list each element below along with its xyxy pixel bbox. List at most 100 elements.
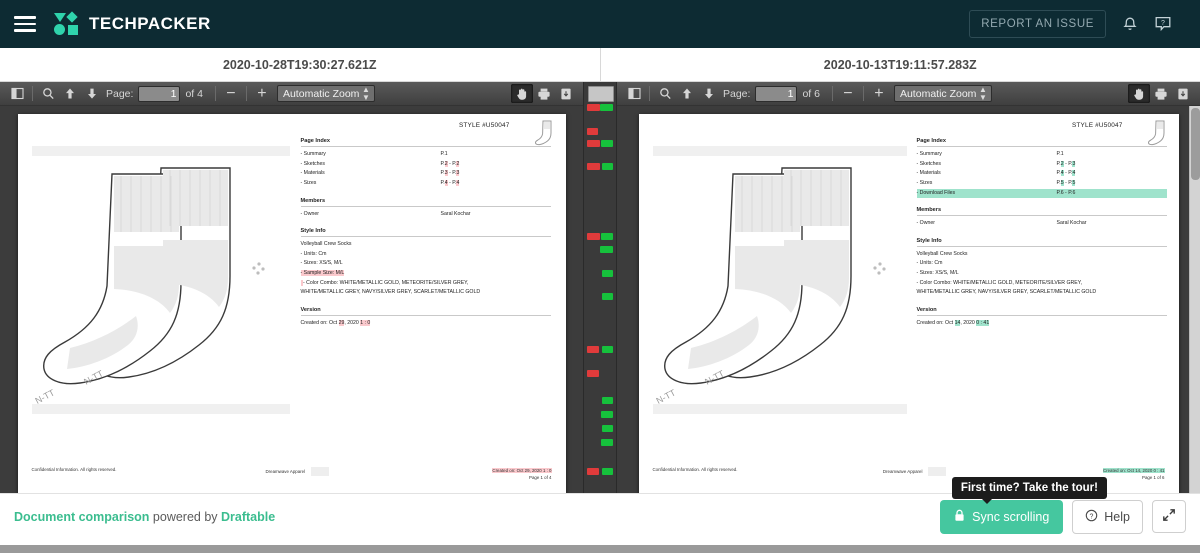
bell-icon[interactable] (1122, 16, 1138, 33)
right-footer-page: Page 1 of 6 (1142, 475, 1165, 481)
minimap-addition-mark[interactable] (602, 163, 613, 170)
nav-actions: REPORT AN ISSUE ? (969, 10, 1186, 38)
minimap-deletion-mark[interactable] (587, 128, 598, 135)
powered-by-label: Document comparison powered by Draftable (14, 510, 275, 524)
page-index-value: P.6 - P.6 (1056, 189, 1076, 196)
svg-text:?: ? (1161, 20, 1165, 27)
left-pdf-canvas-area[interactable]: N-TT N-TT STYLE #U50047 Page Index - Sum… (0, 106, 583, 493)
scrollbar-knob[interactable] (1191, 108, 1200, 180)
left-hand-tool-icon[interactable] (511, 84, 533, 103)
right-created-mid: , 2020 (960, 319, 977, 326)
right-style-info-block: Style Info Volleyball Crew Socks - Units… (916, 238, 1167, 298)
document-comparison-app: TECHPACKER REPORT AN ISSUE ? 2020-10-28T… (0, 0, 1200, 553)
left-page-total: of 4 (185, 87, 203, 100)
right-next-page-icon[interactable] (698, 84, 720, 103)
right-style-info-title: Style Info (916, 238, 1167, 247)
minimap-deletion-mark[interactable] (587, 346, 599, 353)
minimap-addition-mark[interactable] (602, 270, 613, 277)
minimap-addition-mark[interactable] (601, 140, 613, 147)
left-page-label: Page: (106, 87, 134, 100)
right-print-icon[interactable] (1150, 84, 1172, 103)
page-index-value: P.1 (1056, 151, 1064, 157)
right-document-content: Page Index - Summary P.1 - Sketches P.2 - P… (916, 138, 1167, 338)
right-zoom-level-select[interactable]: Automatic Zoom (893, 85, 992, 102)
left-sidebar-toggle-icon[interactable] (6, 84, 28, 103)
right-vertical-scrollbar[interactable] (1189, 106, 1200, 493)
minimap-addition-mark[interactable] (602, 346, 613, 353)
minimap-addition-mark[interactable] (601, 439, 613, 446)
powered-mid: powered by (149, 509, 222, 524)
page-index-label: - Materials (300, 170, 325, 177)
left-page-number-input[interactable] (138, 85, 181, 102)
left-created-mid: , 2020 (344, 319, 361, 326)
page-index-label: - Materials (916, 170, 941, 177)
left-style-number: STYLE #U50047 (458, 122, 510, 129)
left-footer-logo-placeholder (311, 467, 330, 476)
brand-logo[interactable]: TECHPACKER (54, 11, 211, 35)
left-style-info-title: Style Info (300, 228, 551, 238)
left-zoom-level-select[interactable]: Automatic Zoom (276, 85, 375, 102)
minimap-deletion-mark[interactable] (587, 140, 600, 147)
minimap-addition-mark[interactable] (600, 246, 613, 253)
minimap-addition-mark[interactable] (602, 397, 613, 404)
minimap-deletion-mark[interactable] (587, 468, 599, 475)
right-pdf-canvas-area[interactable]: N-TT N-TT STYLE #U50047 Page Index - Sum… (617, 106, 1200, 493)
right-version-title: Version (916, 307, 1167, 316)
minimap-addition-mark[interactable] (601, 411, 613, 418)
report-an-issue-button[interactable]: REPORT AN ISSUE (969, 10, 1106, 38)
minimap-addition-mark[interactable] (602, 293, 613, 300)
minimap-addition-mark[interactable] (601, 233, 613, 240)
right-sidebar-toggle-icon[interactable] (623, 84, 645, 103)
right-download-icon[interactable] (1172, 84, 1194, 103)
left-page-scroll[interactable]: N-TT N-TT STYLE #U50047 Page Index - Sum… (0, 106, 583, 493)
left-style-info-block: Style Info Volleyball Crew Socks - Units… (300, 228, 551, 298)
right-color-combo-1: - Color Combo: WHITE/METALLIC GOLD, METE… (916, 279, 1082, 286)
right-zoom-out-button[interactable]: − (837, 84, 859, 103)
right-version-timestamp: 2020-10-13T19:11:57.283Z (823, 57, 977, 72)
left-owner-value: Saral Kochar (440, 210, 471, 217)
right-page-number-input[interactable] (755, 85, 798, 102)
right-page-index-rows: - Summary P.1 - Sketches P.2 - P.3 - Materia… (916, 150, 1167, 199)
change-minimap[interactable] (583, 82, 617, 493)
minimap-addition-mark[interactable] (602, 468, 613, 475)
right-hand-tool-icon[interactable] (1128, 84, 1150, 103)
left-footer-company: Dreamwave Apparel (266, 467, 422, 476)
page-index-value: P.2 - P.2 (440, 160, 460, 167)
left-print-icon[interactable] (533, 84, 555, 103)
left-units: - Units: Cm (300, 250, 327, 257)
minimap-addition-mark[interactable] (602, 425, 613, 432)
minimap-deletion-mark[interactable] (587, 163, 600, 170)
left-color-combo-1-text: - Color Combo: WHITE/METALLIC GOLD, METE… (302, 279, 469, 286)
fullscreen-expand-button[interactable] (1152, 500, 1186, 533)
right-members-block: Members - Owner Saral Kochar (916, 207, 1167, 229)
left-zoom-out-button[interactable]: − (220, 84, 242, 103)
left-footer-meta: Created on: Oct 29, 2020 1 : 0 Page 1 of… (422, 467, 552, 482)
svg-text:N-TT: N-TT (654, 387, 677, 406)
left-version-title: Version (300, 307, 551, 316)
right-page-scroll[interactable]: N-TT N-TT STYLE #U50047 Page Index - Sum… (617, 106, 1200, 493)
feedback-bubble-icon[interactable]: ? (1154, 15, 1172, 33)
left-document-pane: Page: of 4 − + Automatic Zoom ▲▼ (0, 82, 583, 493)
minimap-addition-mark[interactable] (600, 104, 613, 111)
left-zoom-in-button[interactable]: + (251, 84, 273, 103)
left-next-page-icon[interactable] (81, 84, 103, 103)
minimap-deletion-mark[interactable] (587, 370, 599, 377)
right-search-icon[interactable] (654, 84, 676, 103)
left-search-icon[interactable] (37, 84, 59, 103)
right-zoom-in-button[interactable]: + (868, 84, 890, 103)
left-download-icon[interactable] (555, 84, 577, 103)
sync-scrolling-button[interactable]: Sync scrolling (940, 499, 1064, 534)
minimap-viewport-thumb[interactable] (588, 86, 614, 102)
left-created-on: Created on: Oct 29, 2020 1 : 0 (301, 319, 551, 329)
expand-arrows-icon (1162, 508, 1176, 525)
minimap-deletion-mark[interactable] (587, 104, 600, 111)
right-previous-page-icon[interactable] (676, 84, 698, 103)
sock-illustration: N-TT N-TT (33, 167, 265, 406)
minimap-deletion-mark[interactable] (587, 233, 600, 240)
left-previous-page-icon[interactable] (59, 84, 81, 103)
left-pdf-page: N-TT N-TT STYLE #U50047 Page Index - Sum… (17, 114, 566, 493)
page-index-label: - Sizes (916, 179, 933, 186)
right-page-index-block: Page Index - Summary P.1 - Sketches P.2 - P… (916, 138, 1167, 199)
hamburger-menu-icon[interactable] (14, 16, 36, 32)
help-button[interactable]: ? Help (1072, 499, 1143, 534)
